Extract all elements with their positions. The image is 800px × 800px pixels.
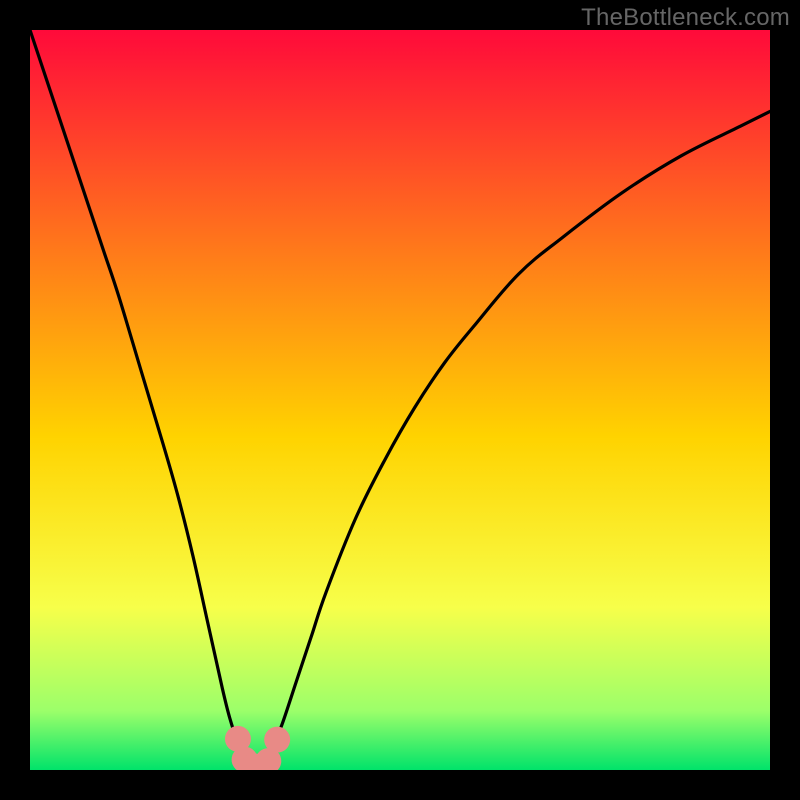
gradient-background bbox=[30, 30, 770, 770]
plot-area bbox=[30, 30, 770, 770]
marker-dot bbox=[264, 727, 290, 753]
chart-frame: TheBottleneck.com bbox=[0, 0, 800, 800]
watermark-text: TheBottleneck.com bbox=[581, 4, 790, 32]
chart-svg bbox=[30, 30, 770, 770]
